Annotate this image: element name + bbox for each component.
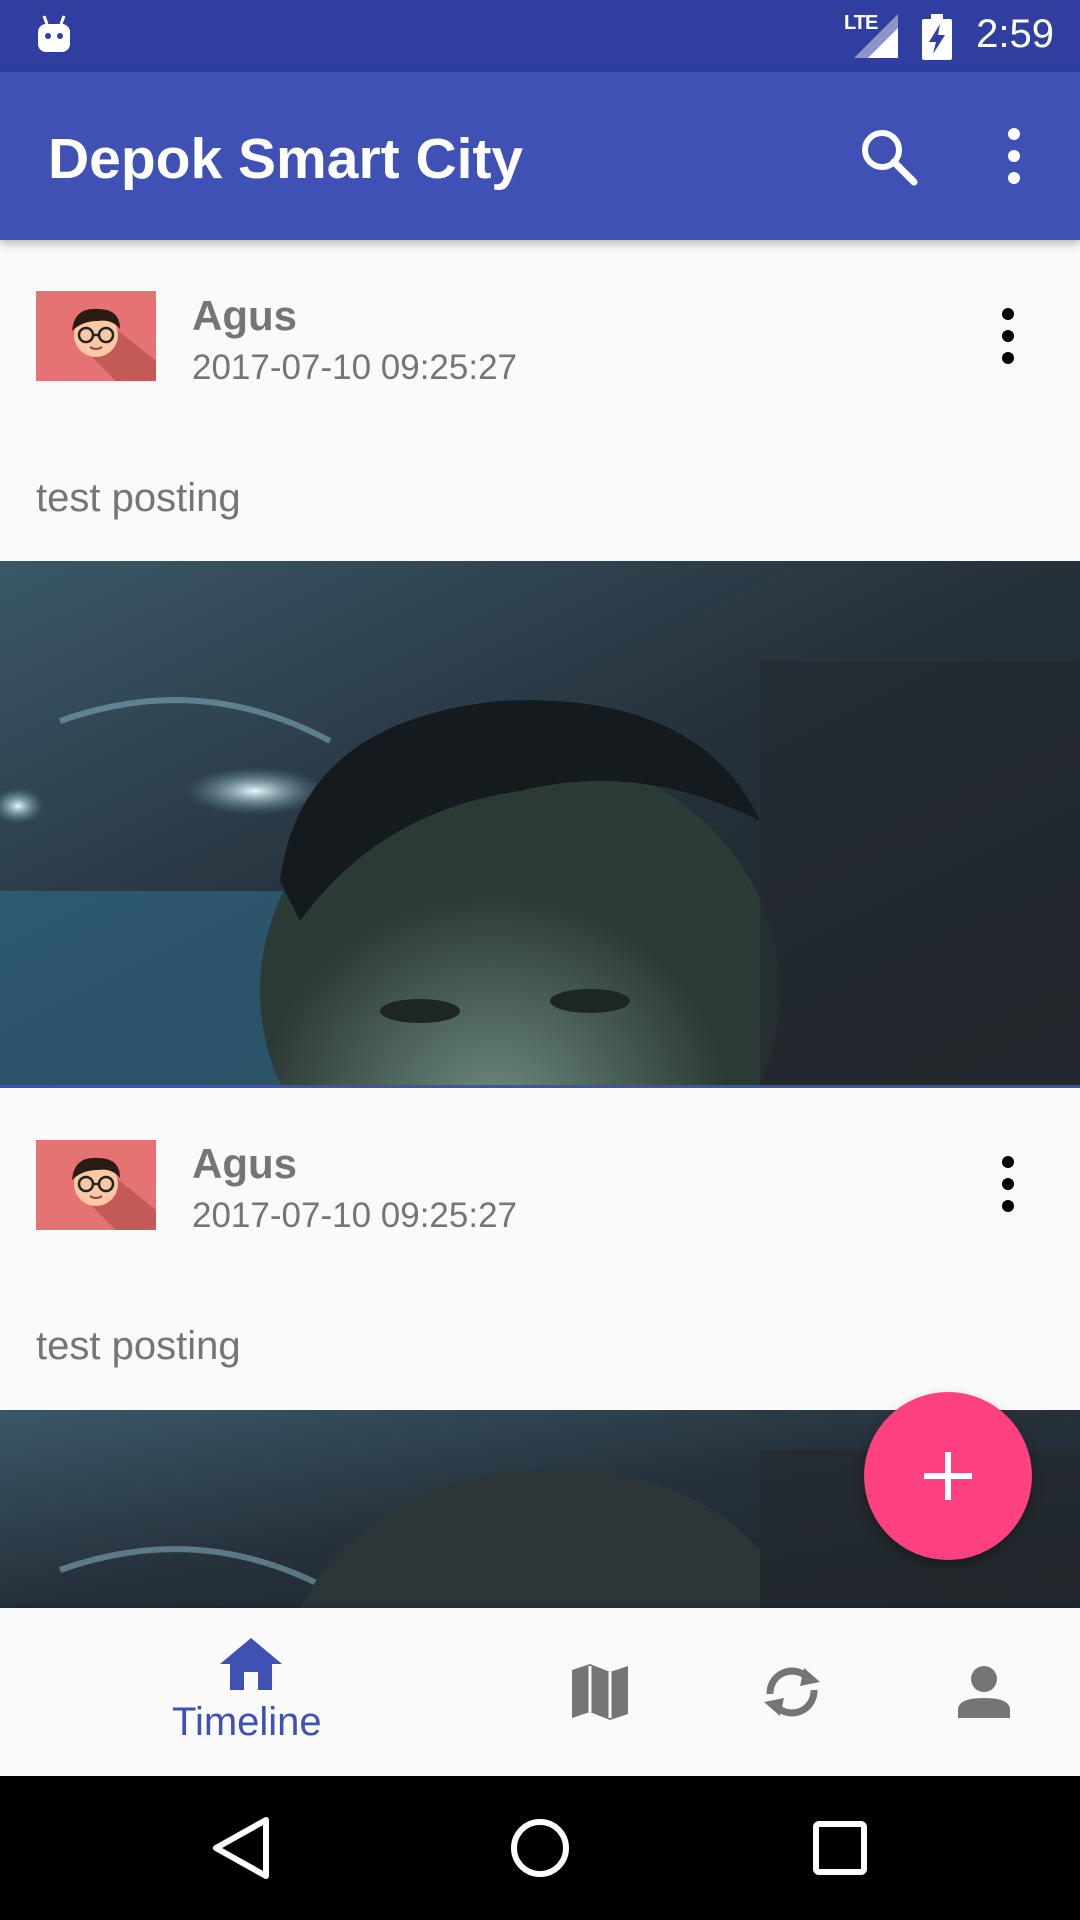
home-circle-icon[interactable]	[504, 1812, 576, 1884]
more-vert-icon[interactable]	[990, 1154, 1026, 1214]
recents-icon[interactable]	[804, 1812, 876, 1884]
signal-icon	[854, 14, 898, 58]
post-author: Agus	[192, 292, 297, 339]
nav-item-profile[interactable]	[924, 1608, 1044, 1776]
bottom-navigation: Timeline	[0, 1608, 1080, 1776]
post-timestamp: 2017-07-10 09:25:27	[192, 348, 517, 387]
post-image[interactable]	[0, 561, 1080, 1088]
clock: 2:59	[976, 12, 1054, 56]
more-vert-icon[interactable]	[994, 124, 1034, 188]
person-icon	[958, 1666, 1010, 1718]
user-avatar-icon	[72, 308, 156, 381]
nav-item-map[interactable]	[540, 1608, 660, 1776]
more-vert-icon[interactable]	[990, 306, 1026, 366]
post-card: Agus 2017-07-10 09:25:27 test posting	[0, 240, 1080, 1088]
nav-item-sync[interactable]	[732, 1608, 852, 1776]
post-text: test posting	[36, 476, 241, 520]
avatar[interactable]	[36, 291, 156, 381]
add-icon	[924, 1452, 972, 1500]
post-photo	[0, 561, 1080, 1088]
sync-icon	[764, 1667, 820, 1717]
add-post-button[interactable]	[864, 1392, 1032, 1560]
map-icon	[572, 1664, 628, 1720]
home-icon	[220, 1638, 282, 1690]
back-icon[interactable]	[206, 1812, 278, 1884]
post-text: test posting	[36, 1324, 241, 1368]
user-avatar-icon	[72, 1157, 156, 1230]
nav-item-timeline[interactable]: Timeline	[150, 1608, 350, 1776]
app-title: Depok Smart City	[48, 127, 524, 191]
android-debug-icon	[38, 15, 70, 52]
system-navigation-bar	[0, 1776, 1080, 1920]
battery-charging-icon	[922, 14, 952, 60]
status-bar: LTE 2:59	[0, 0, 1080, 72]
app-bar: Depok Smart City	[0, 72, 1080, 240]
post-author: Agus	[192, 1140, 297, 1187]
avatar[interactable]	[36, 1140, 156, 1230]
nav-label-timeline: Timeline	[172, 1700, 322, 1744]
post-timestamp: 2017-07-10 09:25:27	[192, 1196, 517, 1235]
search-icon[interactable]	[856, 124, 920, 188]
